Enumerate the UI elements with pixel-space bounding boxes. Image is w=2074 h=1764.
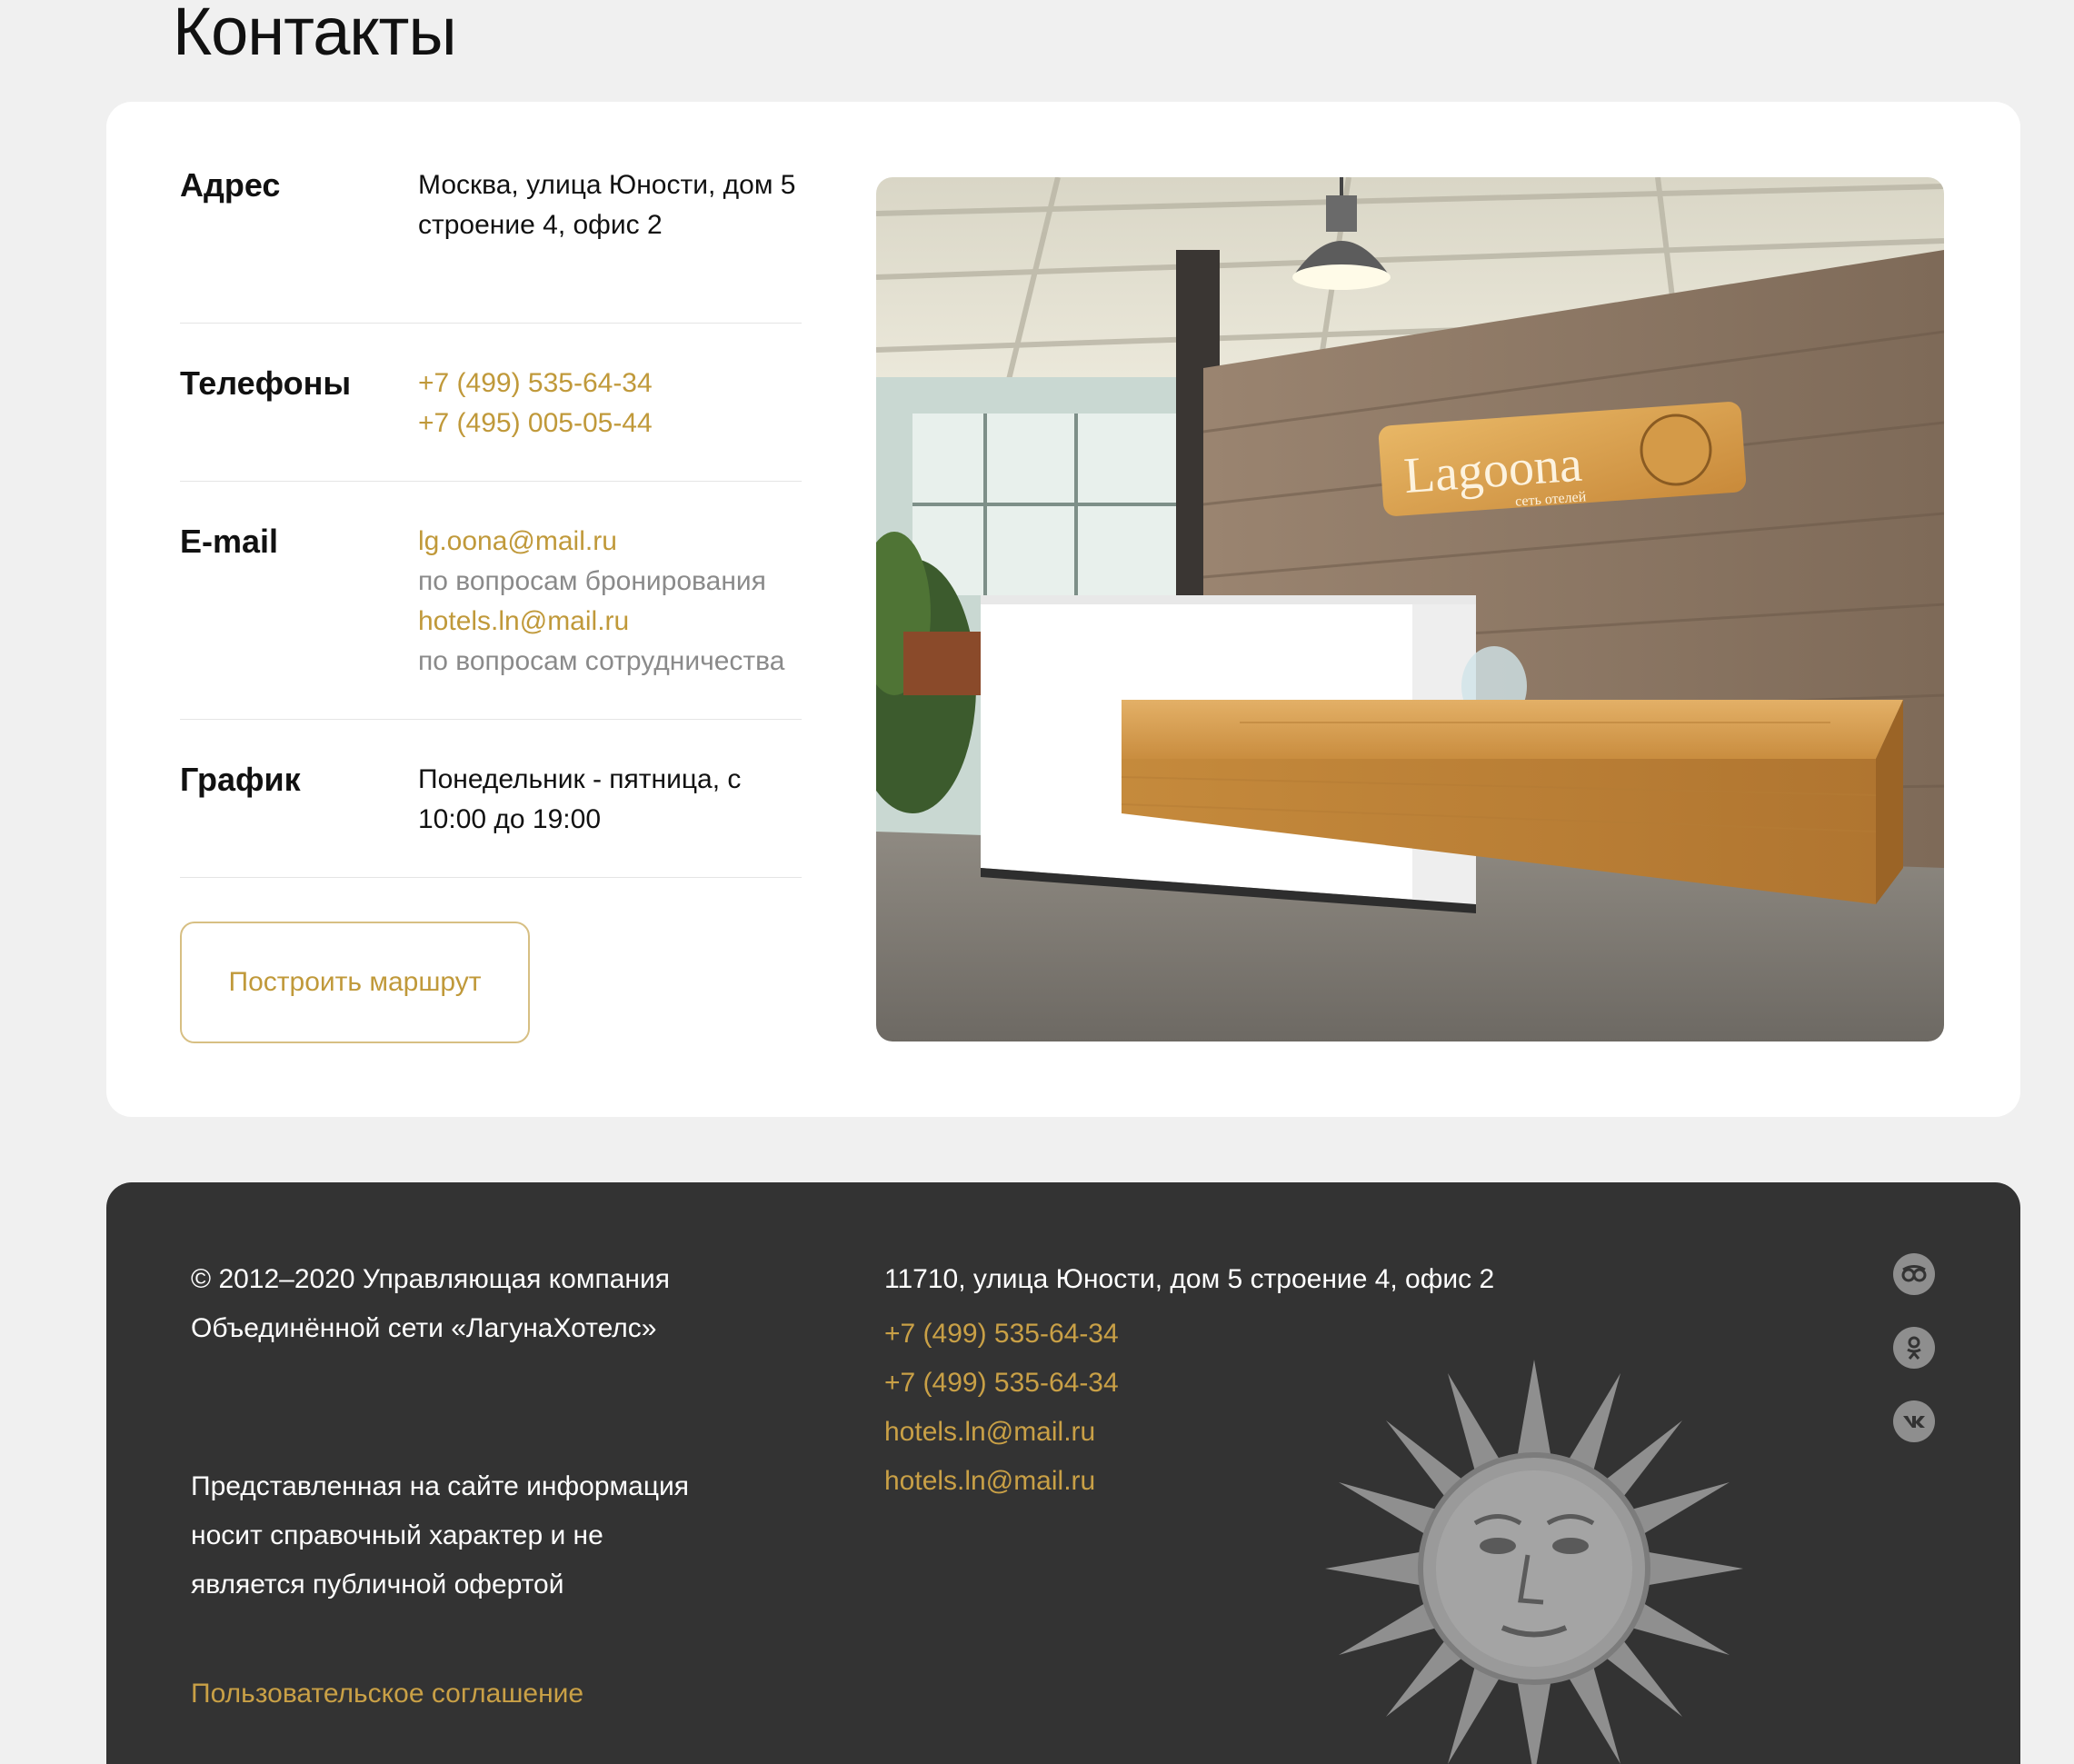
schedule-row: График Понедельник - пятница, с 10:00 до…: [180, 720, 802, 878]
email-label: E-mail: [180, 523, 279, 560]
schedule-line: 10:00 до 19:00: [418, 804, 602, 834]
address-value: Москва, улица Юности, дом 5 строение 4, …: [418, 165, 802, 323]
email-value: lg.oona@mail.ru по вопросам бронирования…: [418, 522, 802, 719]
build-route-button[interactable]: Построить маршрут: [180, 922, 530, 1043]
page-title: Контакты: [173, 0, 457, 69]
sun-logo-icon: [1325, 1360, 1743, 1764]
schedule-line: Понедельник - пятница, с: [418, 764, 742, 794]
email-link[interactable]: hotels.ln@mail.ru: [418, 602, 802, 642]
address-line: строение 4, офис 2: [418, 210, 663, 240]
vk-icon[interactable]: [1893, 1400, 1935, 1442]
disclaimer-line: носит справочный характер и не: [191, 1520, 603, 1550]
disclaimer-line: Представленная на сайте информация: [191, 1471, 690, 1501]
email-note: по вопросам сотрудничества: [418, 646, 785, 676]
copyright-line: © 2012–2020 Управляющая компания: [191, 1264, 670, 1294]
address-row: Адрес Москва, улица Юности, дом 5 строен…: [180, 165, 802, 324]
phones-label: Телефоны: [180, 364, 352, 402]
footer-address: 11710, улица Юности, дом 5 строение 4, о…: [884, 1264, 1495, 1294]
phones-row: Телефоны +7 (499) 535-64-34 +7 (495) 005…: [180, 324, 802, 482]
email-note: по вопросам бронирования: [418, 566, 766, 596]
site-footer: © 2012–2020 Управляющая компания Объедин…: [106, 1182, 2020, 1764]
email-link[interactable]: lg.oona@mail.ru: [418, 522, 802, 562]
odnoklassniki-icon[interactable]: [1893, 1327, 1935, 1369]
address-label: Адрес: [180, 166, 281, 204]
office-reception-photo: Lagoona сеть отелей: [876, 177, 1944, 1041]
phones-value: +7 (499) 535-64-34 +7 (495) 005-05-44: [418, 364, 802, 481]
tripadvisor-icon[interactable]: [1893, 1253, 1935, 1295]
contacts-card: Адрес Москва, улица Юности, дом 5 строен…: [106, 102, 2020, 1117]
footer-info: © 2012–2020 Управляющая компания Объедин…: [191, 1255, 754, 1719]
schedule-label: График: [180, 761, 301, 798]
schedule-value: Понедельник - пятница, с 10:00 до 19:00: [418, 760, 802, 877]
address-line: Москва, улица Юности, дом 5: [418, 170, 796, 200]
disclaimer-line: является публичной офертой: [191, 1570, 564, 1600]
contact-info: Адрес Москва, улица Юности, дом 5 строен…: [180, 165, 802, 878]
user-agreement-link[interactable]: Пользовательское соглашение: [191, 1669, 754, 1719]
phone-link[interactable]: +7 (499) 535-64-34: [418, 364, 802, 404]
email-row: E-mail lg.oona@mail.ru по вопросам брони…: [180, 482, 802, 720]
footer-phone-link[interactable]: +7 (499) 535-64-34: [884, 1310, 1494, 1359]
phone-link[interactable]: +7 (495) 005-05-44: [418, 404, 802, 443]
copyright-line: Объединённой сети «ЛагунаХотелс»: [191, 1313, 657, 1343]
